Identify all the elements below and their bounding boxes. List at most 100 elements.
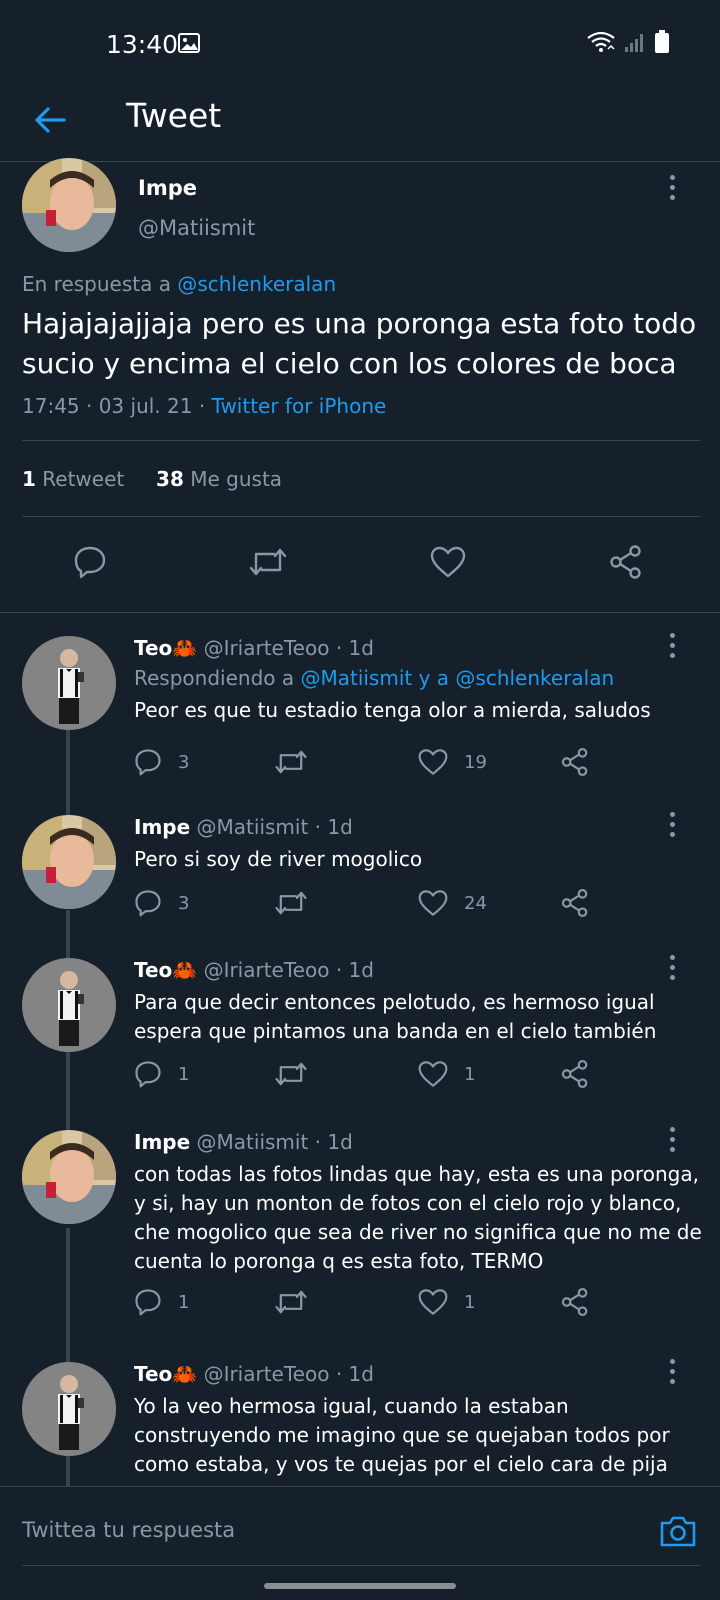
avatar[interactable] (22, 1130, 116, 1224)
reply-count: 3 (178, 751, 190, 773)
author-handle[interactable]: @IriarteTeoo (204, 636, 330, 660)
share-button[interactable] (560, 885, 590, 921)
status-icons (586, 30, 670, 58)
like-button[interactable] (418, 532, 478, 592)
more-options-icon[interactable] (660, 172, 684, 202)
author-handle[interactable]: @Matiismit (197, 1130, 309, 1154)
reply-actions: 3 24 (134, 885, 614, 925)
retweet-button[interactable] (238, 532, 298, 592)
retweet-icon (275, 1290, 307, 1314)
retweets-label: Retweet (42, 467, 125, 491)
retweet-button[interactable] (274, 1284, 308, 1320)
back-button[interactable] (28, 98, 72, 142)
reply-actions: 1 1 (134, 1056, 614, 1096)
reply-time: · 1d (314, 815, 353, 839)
reply-actions: 1 1 (134, 1284, 614, 1324)
author-name[interactable]: Impe (134, 1130, 190, 1154)
reply-time: · 1d (335, 1362, 374, 1386)
avatar[interactable] (22, 958, 116, 1052)
wifi-icon (586, 30, 616, 58)
author-name[interactable]: Impe (138, 176, 197, 200)
reply-header: Teo🦀 @IriarteTeoo · 1d (134, 958, 374, 982)
tweet-stats: 1 Retweet 38 Me gusta (22, 467, 282, 491)
reply-text: Yo la veo hermosa igual, cuando la estab… (134, 1394, 670, 1476)
likes-stat[interactable]: 38 Me gusta (156, 467, 282, 491)
reply-tweet[interactable]: Impe @Matiismit · 1d Pero si soy de rive… (0, 811, 720, 945)
reply-prefix: En respuesta a (22, 272, 171, 296)
camera-icon (660, 1516, 696, 1547)
avatar[interactable] (22, 815, 116, 909)
reply-button[interactable]: 3 (134, 885, 189, 921)
reply-tweet[interactable]: Teo🦀 @IriarteTeoo · 1d Para que decir en… (0, 954, 720, 1118)
reply-count: 1 (178, 1063, 190, 1085)
like-count: 19 (464, 751, 487, 773)
reply-header: Teo🦀 @IriarteTeoo · 1d (134, 1362, 374, 1386)
like-count: 1 (464, 1291, 476, 1313)
image-icon (178, 33, 200, 53)
reply-header: Impe @Matiismit · 1d (134, 815, 353, 839)
replying-to-link[interactable]: @Matiismit y a @schlenkeralan (300, 666, 614, 690)
more-options-icon[interactable] (660, 1124, 684, 1154)
more-options-icon[interactable] (660, 809, 684, 839)
like-button[interactable]: 24 (418, 885, 487, 921)
like-button[interactable]: 1 (418, 1056, 475, 1092)
reply-input[interactable]: Twittea tu respuesta (22, 1501, 542, 1559)
avatar[interactable] (22, 158, 116, 252)
reply-actions: 3 19 (134, 744, 614, 784)
reply-text: con todas las fotos lindas que hay, esta… (134, 1162, 702, 1273)
reply-icon (135, 1289, 161, 1316)
author-name[interactable]: Impe (134, 815, 190, 839)
divider (22, 440, 700, 441)
author-handle[interactable]: @Matiismit (197, 815, 309, 839)
reply-tweet[interactable]: Teo🦀 @IriarteTeoo · 1d Yo la veo hermosa… (0, 1358, 720, 1486)
author-name[interactable]: Teo (134, 636, 172, 660)
likes-label: Me gusta (190, 467, 283, 491)
share-icon (561, 1060, 588, 1088)
tweet-client-link[interactable]: Twitter for iPhone (212, 394, 387, 418)
home-indicator[interactable] (264, 1583, 456, 1589)
reply-tweet[interactable]: Teo🦀 @IriarteTeoo · 1d Respondiendo a @M… (0, 632, 720, 796)
like-button[interactable]: 19 (418, 744, 487, 780)
reply-icon (135, 890, 161, 917)
more-options-icon[interactable] (660, 630, 684, 660)
share-button[interactable] (560, 744, 590, 780)
more-options-icon[interactable] (660, 1356, 684, 1386)
reply-header: Impe @Matiismit · 1d (134, 1130, 353, 1154)
reply-to-link[interactable]: @schlenkeralan (177, 272, 336, 296)
reply-time: · 1d (314, 1130, 353, 1154)
camera-button[interactable] (656, 1509, 700, 1553)
author-handle[interactable]: @Matiismit (138, 216, 255, 240)
author-name[interactable]: Teo (134, 958, 172, 982)
reply-button[interactable] (60, 532, 120, 592)
avatar[interactable] (22, 1362, 116, 1456)
share-button[interactable] (560, 1056, 590, 1092)
arrow-left-icon (35, 107, 66, 133)
share-icon (561, 1288, 588, 1316)
compose-underline (22, 1565, 700, 1566)
share-button[interactable] (560, 1284, 590, 1320)
author-name[interactable]: Teo (134, 1362, 172, 1386)
reply-button[interactable]: 1 (134, 1056, 189, 1092)
like-button[interactable]: 1 (418, 1284, 475, 1320)
retweet-button[interactable] (274, 885, 308, 921)
reply-icon (74, 546, 106, 579)
heart-icon (418, 749, 448, 775)
author-handle[interactable]: @IriarteTeoo (204, 958, 330, 982)
retweet-icon (275, 750, 307, 774)
more-options-icon[interactable] (660, 952, 684, 982)
tweet-meta: 17:45 · 03 jul. 21 · Twitter for iPhone (22, 394, 386, 418)
author-handle[interactable]: @IriarteTeoo (204, 1362, 330, 1386)
tweet-timestamp: 17:45 · 03 jul. 21 · (22, 394, 212, 418)
retweet-button[interactable] (274, 744, 308, 780)
retweet-icon (249, 548, 287, 576)
status-time: 13:40 (106, 30, 179, 59)
reply-tweet[interactable]: Impe @Matiismit · 1d con todas las fotos… (0, 1126, 720, 1350)
retweet-icon (275, 891, 307, 915)
reply-button[interactable]: 3 (134, 744, 189, 780)
retweet-button[interactable] (274, 1056, 308, 1092)
avatar[interactable] (22, 636, 116, 730)
reply-text: Peor es que tu estadio tenga olor a mier… (134, 698, 651, 722)
retweets-stat[interactable]: 1 Retweet (22, 467, 124, 491)
reply-button[interactable]: 1 (134, 1284, 189, 1320)
share-button[interactable] (596, 532, 656, 592)
